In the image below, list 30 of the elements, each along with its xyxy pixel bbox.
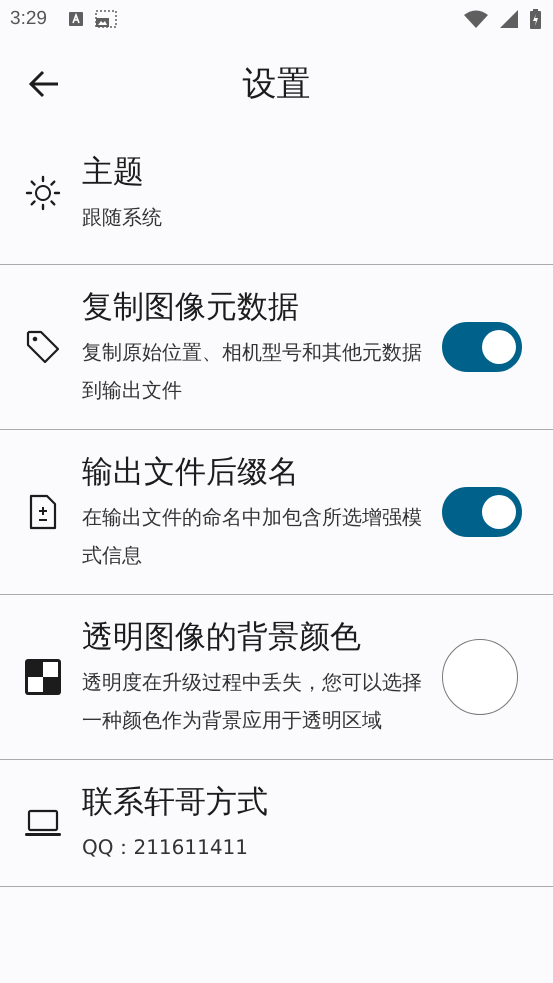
wifi-icon <box>464 10 488 28</box>
screenshot-icon <box>94 10 117 28</box>
document-icon <box>29 494 57 530</box>
setting-title: 透明图像的背景颜色 <box>82 618 362 657</box>
setting-row[interactable]: 复制图像元数据 复制原始位置、相机型号和其他元数据到输出文件 <box>0 265 553 430</box>
status-time: 3:29 <box>10 8 47 30</box>
setting-description: 复制原始位置、相机型号和其他元数据到输出文件 <box>82 339 422 404</box>
setting-row[interactable]: 透明图像的背景颜色 透明度在升级过程中丢失，您可以选择一种颜色作为背景应用于透明区域 <box>0 595 553 760</box>
setting-row[interactable]: 主题 跟随系统 <box>0 130 553 265</box>
setting-description: 跟随系统 <box>82 204 163 231</box>
setting-title: 联系轩哥方式 <box>82 783 269 822</box>
sun-icon <box>25 175 61 211</box>
setting-title: 输出文件后缀名 <box>82 453 300 492</box>
battery-icon <box>530 9 541 29</box>
back-arrow-icon <box>28 70 60 98</box>
signal-icon <box>500 10 518 28</box>
setting-row[interactable]: 输出文件后缀名 在输出文件的命名中加包含所选增强模式信息 <box>0 430 553 595</box>
setting-description: 在输出文件的命名中加包含所选增强模式信息 <box>82 504 422 569</box>
setting-row[interactable]: 联系轩哥方式 QQ：211611411 <box>0 760 553 887</box>
setting-description: QQ：211611411 <box>82 834 250 861</box>
toggle-switch[interactable] <box>442 322 522 372</box>
setting-title: 主题 <box>82 153 145 192</box>
laptop-icon <box>25 809 61 837</box>
toggle-switch[interactable] <box>442 487 522 537</box>
page-title: 设置 <box>242 63 310 106</box>
tag-icon <box>26 330 60 364</box>
text-notification-icon <box>68 12 83 26</box>
setting-title: 复制图像元数据 <box>82 288 300 327</box>
setting-description: 透明度在升级过程中丢失，您可以选择一种颜色作为背景应用于透明区域 <box>82 669 422 734</box>
checkerboard-icon <box>25 659 61 695</box>
